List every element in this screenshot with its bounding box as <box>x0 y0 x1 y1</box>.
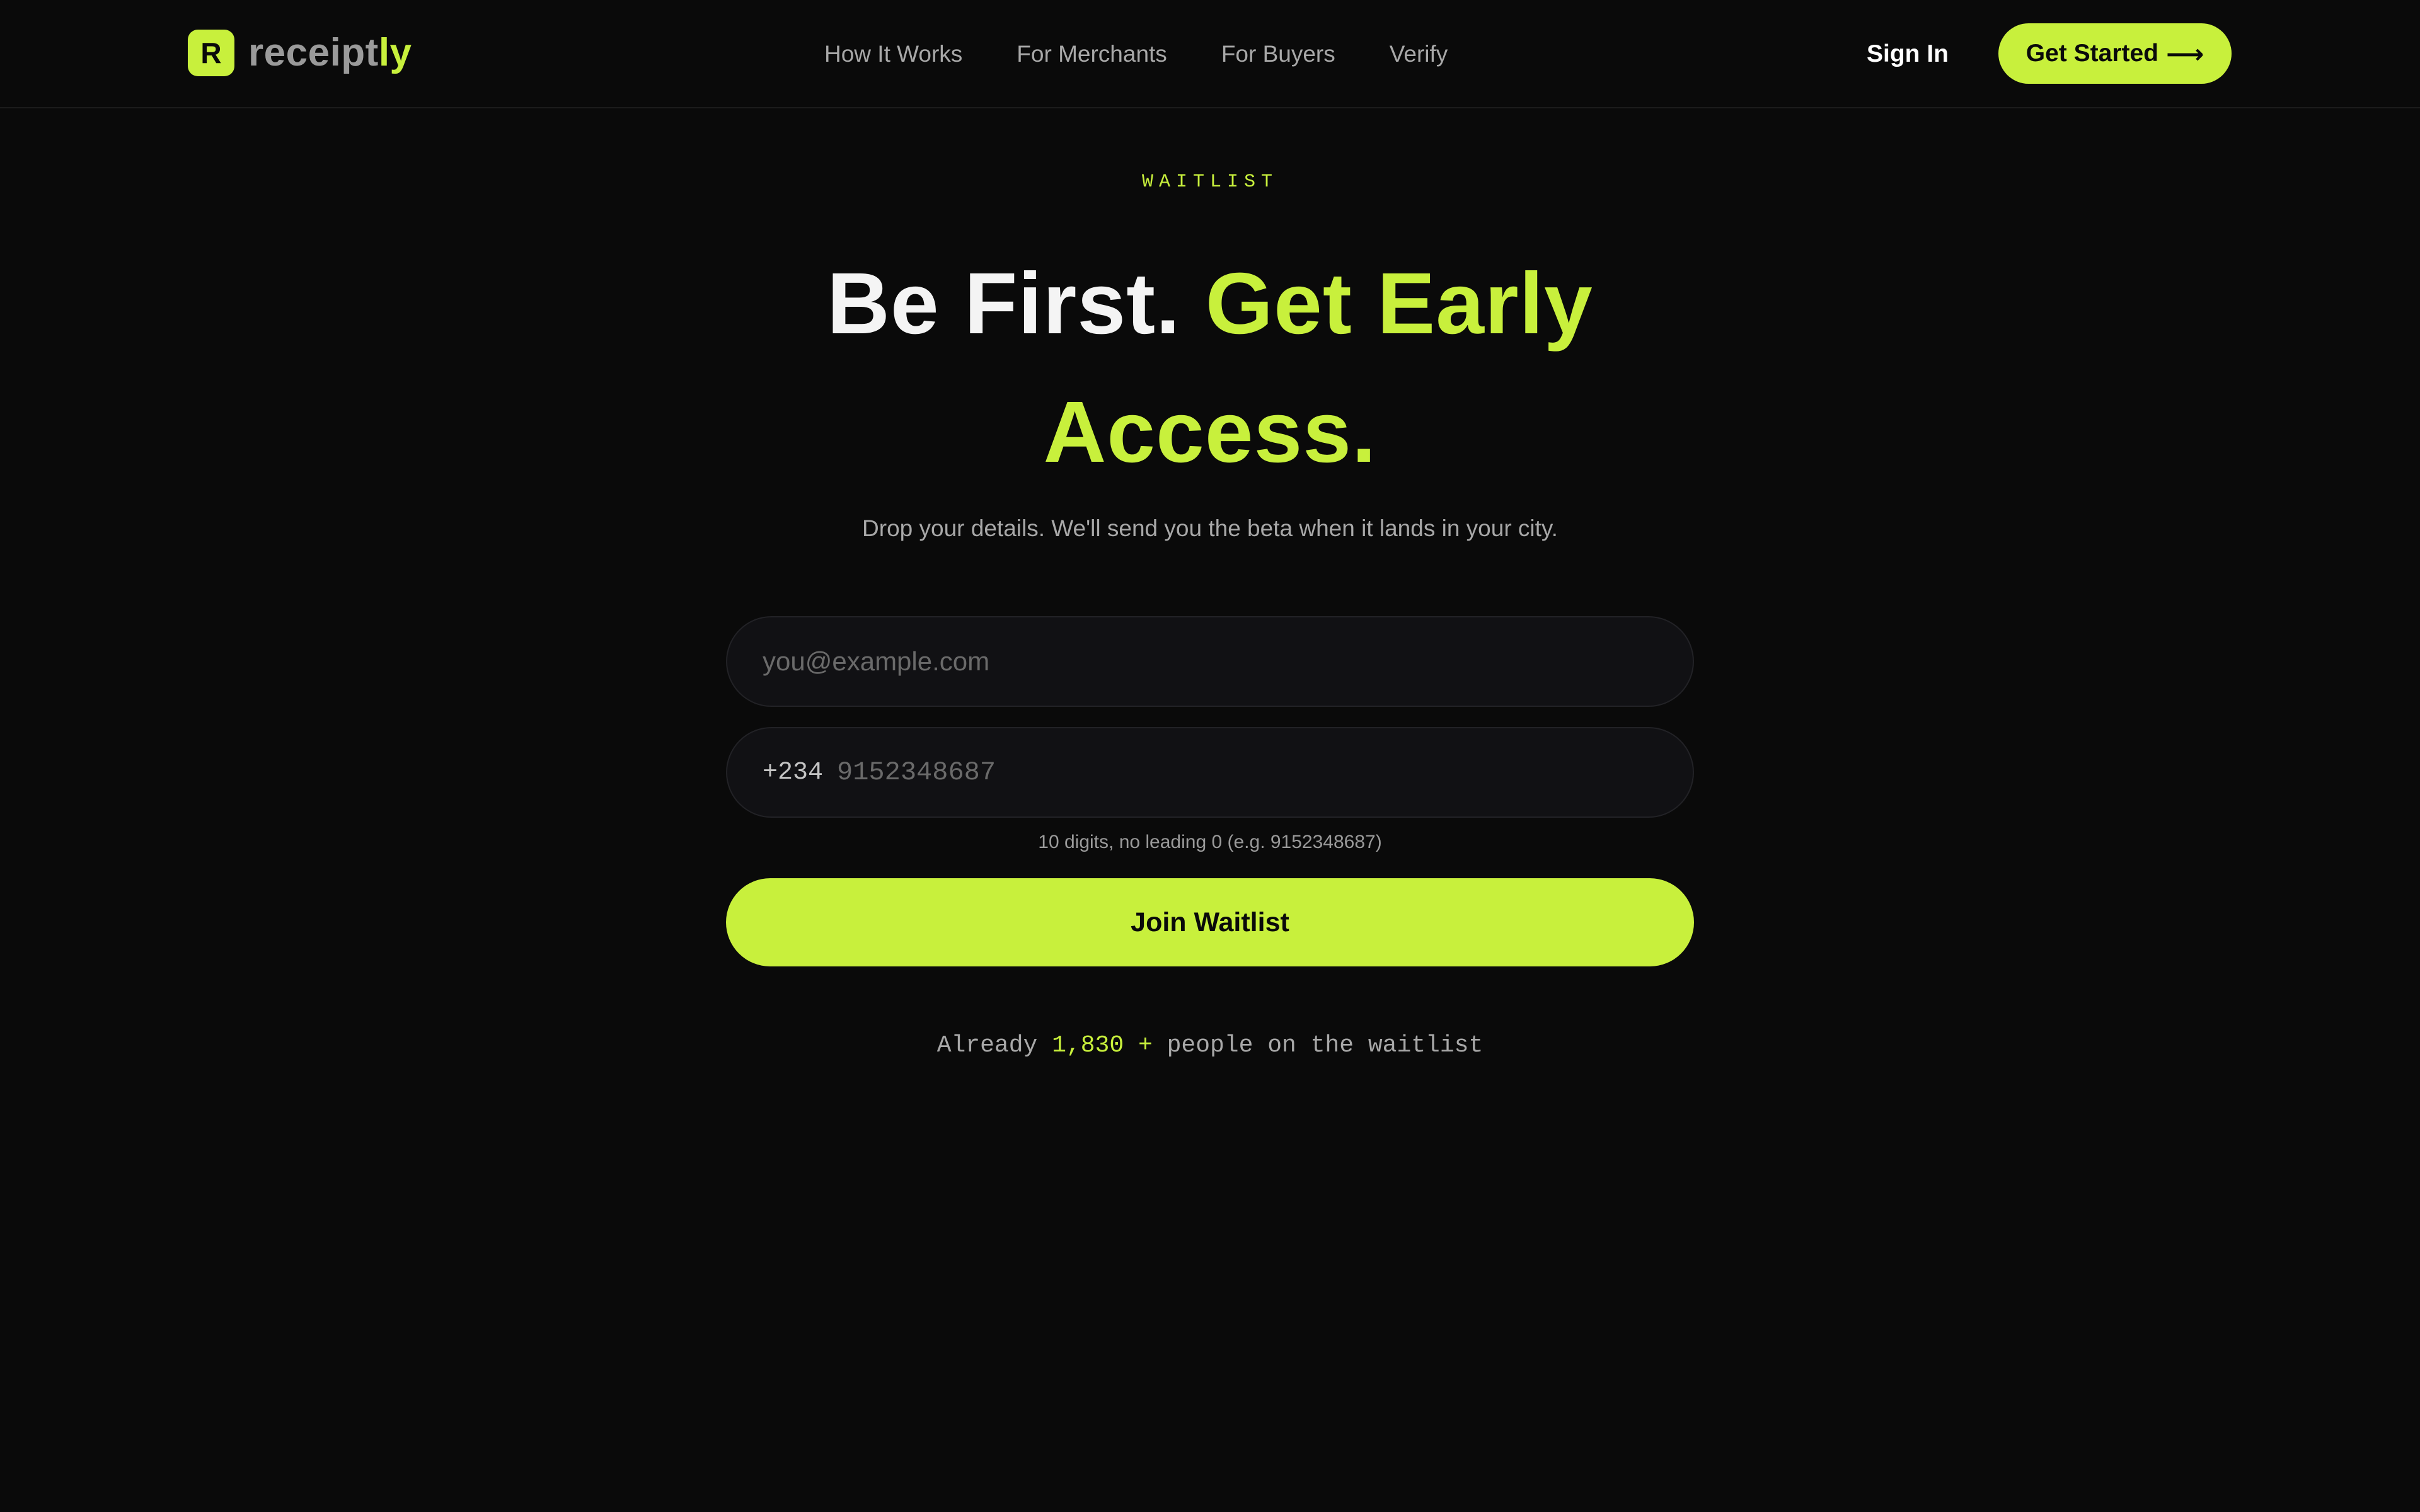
sign-in-link[interactable]: Sign In <box>1867 35 1949 73</box>
email-input[interactable] <box>763 646 1657 677</box>
headline-primary: Be First. <box>827 255 1181 352</box>
logo-wordmark: receiptly <box>248 33 412 72</box>
get-started-label: Get Started <box>2025 40 2158 67</box>
email-field-wrapper <box>726 616 1694 707</box>
nav-link-how-it-works[interactable]: How It Works <box>824 41 962 67</box>
join-waitlist-button[interactable]: Join Waitlist <box>726 878 1694 966</box>
nav-link-for-merchants[interactable]: For Merchants <box>1017 41 1167 67</box>
waitlist-count: 1,830 + <box>1052 1032 1153 1059</box>
waitlist-count-suffix: people on the waitlist <box>1152 1032 1484 1059</box>
page-title: Be First. Get Early Access. <box>693 239 1727 496</box>
nav-link-verify[interactable]: Verify <box>1390 41 1448 67</box>
arrow-right-icon: ⟶ <box>2166 38 2204 69</box>
logo-link[interactable]: R receiptly <box>188 30 412 76</box>
waitlist-count-prefix: Already <box>936 1032 1052 1059</box>
phone-field-wrapper: +234 <box>726 727 1694 818</box>
section-eyebrow: WAITLIST <box>1141 171 1279 193</box>
nav-link-for-buyers[interactable]: For Buyers <box>1221 41 1335 67</box>
waitlist-count-text: Already 1,830 + people on the waitlist <box>0 1032 2420 1059</box>
get-started-button[interactable]: Get Started ⟶ <box>1998 23 2232 84</box>
phone-country-code: +234 <box>763 758 824 787</box>
logo-mark: R <box>188 30 234 76</box>
main-nav: How It Works For Merchants For Buyers Ve… <box>824 35 1448 73</box>
logo-wordmark-accent: ly <box>378 31 412 74</box>
page-subtitle: Drop your details. We'll send you the be… <box>862 515 1558 541</box>
phone-input[interactable] <box>837 757 1657 788</box>
site-header: R receiptly How It Works For Merchants F… <box>0 0 2420 108</box>
phone-hint: 10 digits, no leading 0 (e.g. 9152348687… <box>1038 832 1382 852</box>
logo-wordmark-primary: receipt <box>248 31 379 74</box>
